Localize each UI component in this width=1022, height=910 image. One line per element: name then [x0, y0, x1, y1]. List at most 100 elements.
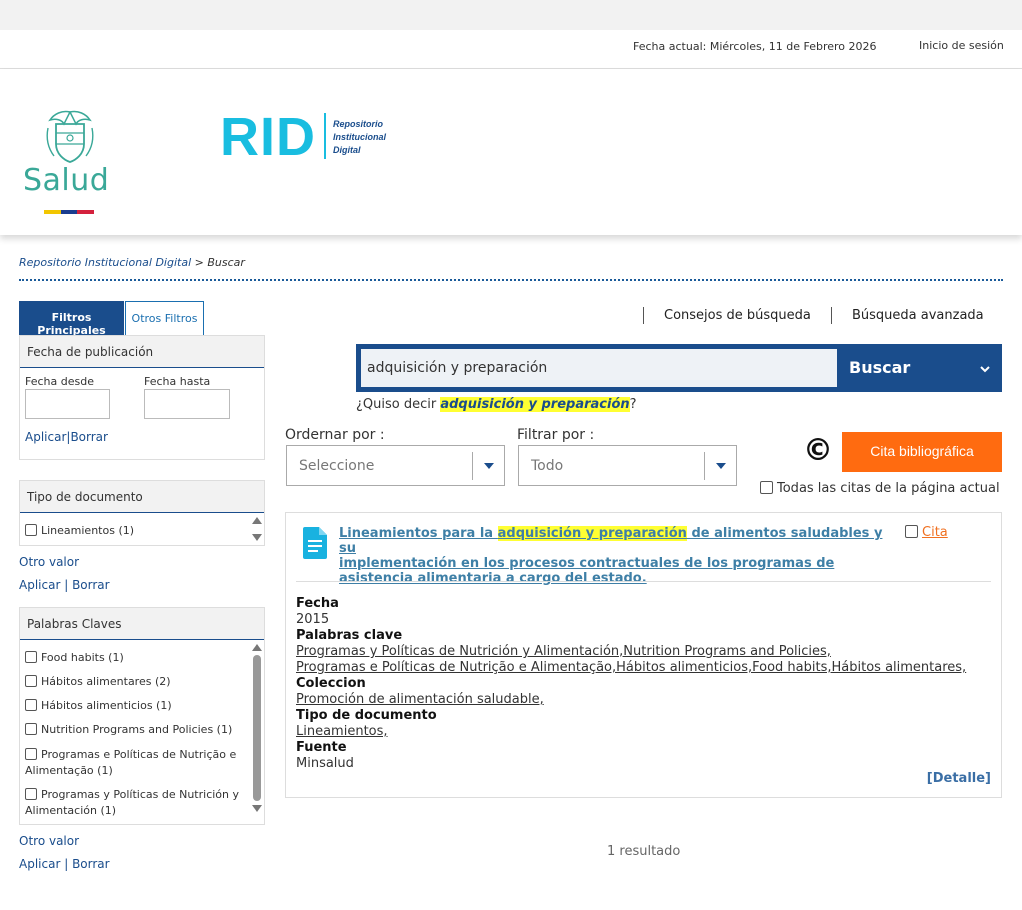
rid-subtitle-line: Repositorio — [333, 119, 384, 129]
citation-button[interactable]: Cita bibliográfica — [842, 432, 1002, 472]
result-metadata: Fecha 2015 Palabras clave Programas y Po… — [296, 596, 966, 772]
doc-type-apply-link[interactable]: Aplicar — [19, 578, 60, 592]
doc-type-link[interactable]: Lineamientos, — [296, 724, 388, 739]
doc-type-label: Tipo de documento — [296, 708, 437, 723]
current-date: Fecha actual: Miércoles, 11 de Febrero 2… — [633, 40, 877, 53]
keyword-checkbox[interactable] — [25, 651, 37, 663]
doc-type-value[interactable]: Lineamientos, — [296, 724, 966, 740]
date-apply-link[interactable]: Aplicar — [25, 430, 66, 444]
did-you-mean-suffix: ? — [629, 397, 637, 412]
keyword-option[interactable]: Programas e Políticas de Nutrição e Alim… — [25, 747, 243, 779]
scroll-down-icon[interactable] — [252, 805, 262, 812]
search-input[interactable]: adquisición y preparación — [361, 349, 837, 387]
keyword-option-label: Programas y Políticas de Nutrición y Ali… — [25, 788, 240, 817]
all-citations-checkbox[interactable] — [760, 481, 773, 494]
keyword-option[interactable]: Food habits (1) — [25, 651, 124, 664]
date-to-input[interactable] — [144, 389, 230, 419]
breadcrumb-separator: > — [191, 256, 208, 269]
filter-select[interactable]: Todo — [518, 445, 737, 486]
keywords-links[interactable]: Programas e Políticas de Nutrição e Alim… — [296, 660, 966, 675]
keyword-checkbox[interactable] — [25, 723, 37, 735]
source-label: Fuente — [296, 740, 347, 755]
keyword-option[interactable]: Programas y Políticas de Nutrición y Ali… — [25, 787, 243, 819]
keywords-value-line[interactable]: Programas y Políticas de Nutrición y Ali… — [296, 644, 966, 660]
breadcrumb-divider — [19, 279, 1003, 281]
keywords-clear-link[interactable]: Borrar — [72, 857, 110, 871]
filter-label: Filtrar por : — [517, 427, 595, 443]
sort-select-value: Seleccione — [299, 458, 375, 474]
sort-select[interactable]: Seleccione — [286, 445, 505, 486]
scroll-down-icon[interactable] — [252, 534, 262, 541]
filter-select-caret[interactable] — [704, 452, 736, 480]
keywords-panel: Palabras Claves Food habits (1) Hábitos … — [19, 607, 265, 825]
date-filter-actions: Aplicar|Borrar — [25, 430, 108, 444]
keyword-option-label: Programas e Políticas de Nutrição e Alim… — [25, 748, 237, 777]
caret-down-icon — [716, 463, 726, 469]
did-you-mean-suggestion[interactable]: adquisición y preparación — [440, 397, 630, 412]
flag-stripe — [44, 210, 95, 214]
search-button[interactable]: Buscar — [838, 344, 1002, 392]
doc-type-option[interactable]: Lineamientos (1) — [25, 524, 134, 537]
date-to-label: Fecha hasta — [144, 375, 211, 388]
keywords-links[interactable]: Programas y Políticas de Nutrición y Ali… — [296, 644, 831, 659]
keywords-value-line[interactable]: Programas e Políticas de Nutrição e Alim… — [296, 660, 966, 676]
rid-subtitle-line: Institucional — [333, 132, 387, 142]
fecha-value: 2015 — [296, 612, 330, 627]
result-title-line[interactable]: implementación en los procesos contractu… — [339, 556, 899, 571]
toolbar-divider — [643, 307, 644, 324]
scroll-up-icon[interactable] — [252, 644, 262, 651]
keywords-apply-link[interactable]: Aplicar — [19, 857, 60, 871]
search-tips-link[interactable]: Consejos de búsqueda — [664, 308, 811, 323]
scroll-up-icon[interactable] — [252, 517, 262, 524]
rid-logo-subtitle: Repositorio Institucional Digital — [333, 118, 386, 157]
doc-type-checkbox[interactable] — [25, 524, 37, 536]
date-from-input[interactable] — [25, 389, 110, 419]
keywords-scrollbar[interactable] — [252, 642, 262, 824]
collection-link[interactable]: Promoción de alimentación saludable, — [296, 692, 544, 707]
result-cita-option[interactable]: Cita — [905, 525, 948, 540]
keywords-other-link[interactable]: Otro valor — [19, 834, 79, 848]
copyright-icon: © — [803, 433, 833, 468]
result-title-line[interactable]: asistencia alimentaria a cargo del estad… — [339, 571, 899, 586]
result-cita-checkbox[interactable] — [905, 525, 918, 538]
result-cita-link[interactable]: Cita — [922, 525, 948, 540]
keyword-option[interactable]: Nutrition Programs and Policies (1) — [25, 723, 232, 736]
result-title[interactable]: Lineamientos para la adquisición y prepa… — [339, 526, 899, 586]
doc-type-clear-link[interactable]: Borrar — [72, 578, 110, 592]
doc-type-other-link[interactable]: Otro valor — [19, 555, 79, 569]
chevron-down-icon — [980, 366, 990, 373]
keyword-checkbox[interactable] — [25, 699, 37, 711]
filter-select-value: Todo — [531, 458, 564, 474]
advanced-search-link[interactable]: Búsqueda avanzada — [852, 308, 984, 323]
doc-type-title: Tipo de documento — [20, 481, 264, 513]
doc-type-panel: Tipo de documento Lineamientos (1) — [19, 480, 265, 546]
scroll-thumb[interactable] — [253, 655, 261, 801]
sort-select-caret[interactable] — [472, 452, 504, 480]
result-divider — [296, 581, 991, 582]
flag-red — [77, 210, 95, 214]
tab-otros-filtros[interactable]: Otros Filtros — [125, 301, 204, 335]
keyword-checkbox[interactable] — [25, 788, 37, 800]
detail-link[interactable]: [Detalle] — [927, 771, 991, 786]
breadcrumb-home-link[interactable]: Repositorio Institucional Digital — [19, 256, 191, 269]
search-button-label: Buscar — [849, 358, 911, 377]
site-header — [0, 69, 1022, 235]
flag-yellow — [44, 210, 61, 214]
keyword-checkbox[interactable] — [25, 748, 37, 760]
keyword-option[interactable]: Hábitos alimentares (2) — [25, 675, 171, 688]
login-link[interactable]: Inicio de sesión — [919, 39, 1004, 52]
keyword-option[interactable]: Hábitos alimenticios (1) — [25, 699, 172, 712]
all-citations-option[interactable]: Todas las citas de la página actual — [760, 481, 1000, 496]
did-you-mean-prefix: ¿Quiso decir — [356, 397, 441, 412]
doc-type-scrollbar[interactable] — [252, 515, 262, 545]
source-value: Minsalud — [296, 756, 354, 771]
toolbar-divider — [831, 307, 832, 324]
top-strip — [0, 0, 1022, 30]
collection-value[interactable]: Promoción de alimentación saludable, — [296, 692, 966, 708]
date-clear-link[interactable]: Borrar — [70, 430, 108, 444]
tab-filtros-principales[interactable]: Filtros Principales — [19, 301, 124, 337]
did-you-mean: ¿Quiso decir adquisición y preparación? — [356, 397, 637, 412]
keyword-checkbox[interactable] — [25, 675, 37, 687]
caret-down-icon — [484, 463, 494, 469]
result-title-line[interactable]: Lineamientos para la adquisición y prepa… — [339, 526, 899, 556]
